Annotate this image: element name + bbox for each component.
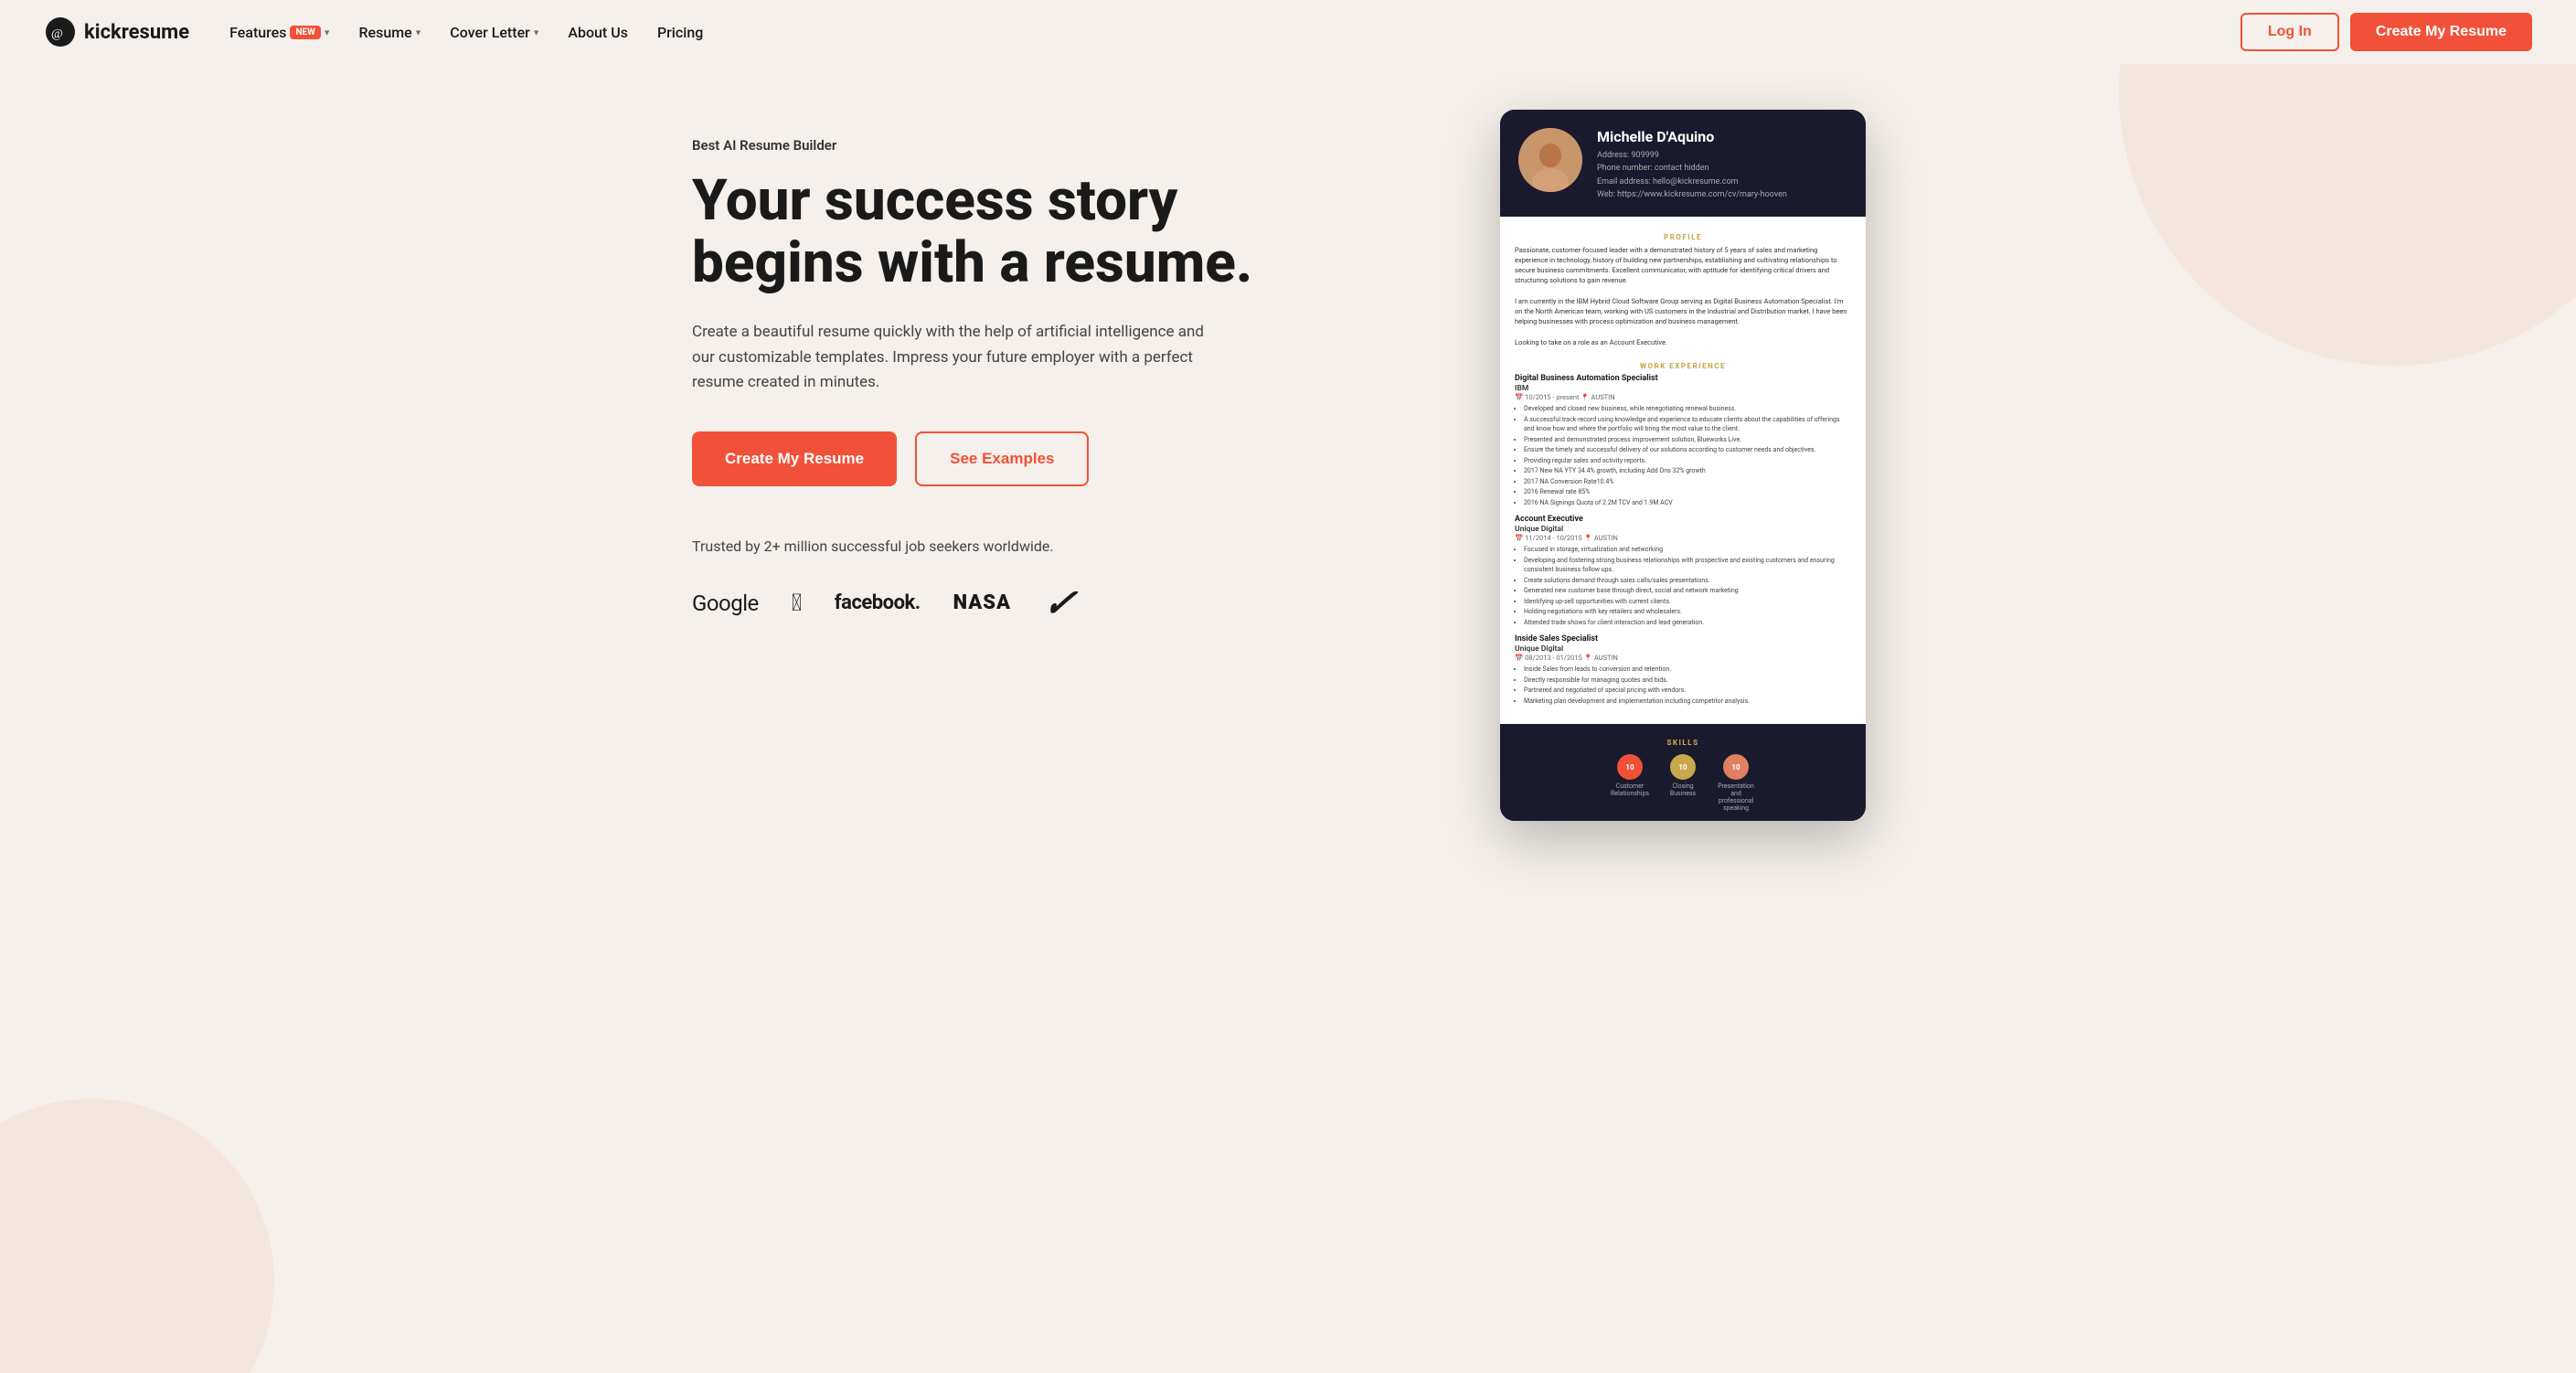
job-2-bullets: Focused in storage, virtualization and n… — [1515, 545, 1851, 627]
contact-phone: Phone number: contact hidden — [1597, 162, 1787, 175]
work-label: WORK EXPERIENCE — [1515, 357, 1851, 374]
logo-icon: @ — [44, 16, 77, 48]
contact-address: Address: 909999 — [1597, 149, 1787, 162]
nav-item-about[interactable]: About Us — [557, 16, 639, 48]
resume-name-block: Michelle D'Aquino Address: 909999 Phone … — [1597, 128, 1787, 202]
create-resume-hero-button[interactable]: Create My Resume — [692, 431, 897, 486]
navigation: @ kickresume Features NEW ▾ Resume ▾ — [0, 0, 2576, 64]
logo-text: kickresume — [84, 21, 189, 44]
see-examples-button[interactable]: See Examples — [915, 431, 1089, 486]
trust-logos: Google  facebook. NASA ✓ — [692, 580, 1259, 626]
nav-link-features[interactable]: Features NEW ▾ — [218, 16, 340, 48]
resume-card-wrapper: Michelle D'Aquino Address: 909999 Phone … — [1500, 110, 1884, 821]
skill-circle-customer: 10 — [1617, 754, 1643, 780]
hero-buttons: Create My Resume See Examples — [692, 431, 1259, 486]
nav-link-cover-letter[interactable]: Cover Letter ▾ — [439, 16, 549, 48]
job-3-title: Inside Sales Specialist — [1515, 634, 1851, 644]
resume-body: PROFILE Passionate, customer-focused lea… — [1500, 217, 1866, 725]
skills-label: SKILLS — [1515, 733, 1851, 750]
features-chevron: ▾ — [325, 27, 330, 38]
skills-badges: 10 Customer Relationships 10 Closing Bus… — [1515, 754, 1851, 812]
hero-section: Best AI Resume Builder Your success stor… — [648, 64, 1928, 821]
profile-label: PROFILE — [1515, 228, 1851, 245]
job-1-company: IBM — [1515, 384, 1851, 393]
nav-right: Log In Create My Resume — [2241, 13, 2532, 51]
job-1-dates: 📅 10/2015 - present 📍 AUSTIN — [1515, 393, 1851, 401]
skill-circle-presentation: 10 — [1723, 754, 1749, 780]
job-1-title: Digital Business Automation Specialist — [1515, 374, 1851, 383]
nav-left: @ kickresume Features NEW ▾ Resume ▾ — [44, 16, 714, 48]
contact-email: Email address: hello@kickresume.com — [1597, 176, 1787, 188]
skill-customer: 10 Customer Relationships — [1607, 754, 1653, 812]
svg-text:@: @ — [51, 27, 63, 41]
google-logo: Google — [692, 591, 759, 616]
job-3-dates: 📅 08/2013 - 01/2015 📍 AUSTIN — [1515, 654, 1851, 662]
nav-link-resume[interactable]: Resume ▾ — [347, 16, 431, 48]
job-2-dates: 📅 11/2014 - 10/2015 📍 AUSTIN — [1515, 534, 1851, 542]
skill-circle-closing: 10 — [1670, 754, 1696, 780]
nav-link-pricing[interactable]: Pricing — [646, 16, 714, 48]
hero-subtitle: Best AI Resume Builder — [692, 137, 1259, 154]
facebook-logo: facebook. — [835, 591, 921, 614]
create-resume-nav-button[interactable]: Create My Resume — [2350, 13, 2532, 51]
job-3: Inside Sales Specialist Unique Digital 📅… — [1515, 634, 1851, 706]
resume-header: Michelle D'Aquino Address: 909999 Phone … — [1500, 110, 1866, 217]
job-1: Digital Business Automation Specialist I… — [1515, 374, 1851, 507]
resume-skills-section: SKILLS 10 Customer Relationships 10 Clos… — [1500, 724, 1866, 821]
bg-decoration-2 — [0, 1099, 274, 1373]
nav-links: Features NEW ▾ Resume ▾ Cover Letter ▾ — [218, 16, 714, 48]
hero-content: Best AI Resume Builder Your success stor… — [692, 119, 1259, 626]
nav-item-resume[interactable]: Resume ▾ — [347, 16, 431, 48]
resume-card: Michelle D'Aquino Address: 909999 Phone … — [1500, 110, 1866, 821]
nav-item-features[interactable]: Features NEW ▾ — [218, 16, 340, 48]
login-button[interactable]: Log In — [2241, 13, 2339, 51]
skill-label-customer: Customer Relationships — [1607, 782, 1653, 797]
resume-chevron: ▾ — [416, 27, 421, 38]
avatar-svg — [1518, 128, 1582, 192]
job-2: Account Executive Unique Digital 📅 11/20… — [1515, 515, 1851, 627]
logo-link[interactable]: @ kickresume — [44, 16, 189, 48]
job-3-bullets: Inside Sales from leads to conversion an… — [1515, 665, 1851, 706]
trust-text: Trusted by 2+ million successful job see… — [692, 537, 1259, 555]
nav-link-about[interactable]: About Us — [557, 16, 639, 48]
resume-name: Michelle D'Aquino — [1597, 128, 1787, 145]
nike-logo: ✓ — [1040, 580, 1080, 626]
skill-label-closing: Closing Business — [1660, 782, 1706, 797]
skill-presentation: 10 Presentation and professional speakin… — [1713, 754, 1759, 812]
nav-item-cover-letter[interactable]: Cover Letter ▾ — [439, 16, 549, 48]
job-2-title: Account Executive — [1515, 515, 1851, 524]
nasa-logo: NASA — [953, 591, 1011, 614]
job-1-bullets: Developed and closed new business, while… — [1515, 404, 1851, 507]
job-3-company: Unique Digital — [1515, 644, 1851, 654]
resume-contact: Address: 909999 Phone number: contact hi… — [1597, 149, 1787, 202]
skill-closing: 10 Closing Business — [1660, 754, 1706, 812]
skill-label-presentation: Presentation and professional speaking — [1713, 782, 1759, 812]
job-2-company: Unique Digital — [1515, 525, 1851, 534]
hero-description: Create a beautiful resume quickly with t… — [692, 320, 1204, 395]
apple-logo:  — [792, 590, 802, 617]
nav-item-pricing[interactable]: Pricing — [646, 16, 714, 48]
contact-web: Web: https://www.kickresume.com/cv/mary-… — [1597, 188, 1787, 201]
features-badge: NEW — [290, 26, 320, 39]
hero-title: Your success story begins with a resume. — [692, 170, 1259, 294]
cover-letter-chevron: ▾ — [534, 27, 539, 38]
profile-text: Passionate, customer-focused leader with… — [1515, 245, 1851, 348]
avatar — [1518, 128, 1582, 192]
